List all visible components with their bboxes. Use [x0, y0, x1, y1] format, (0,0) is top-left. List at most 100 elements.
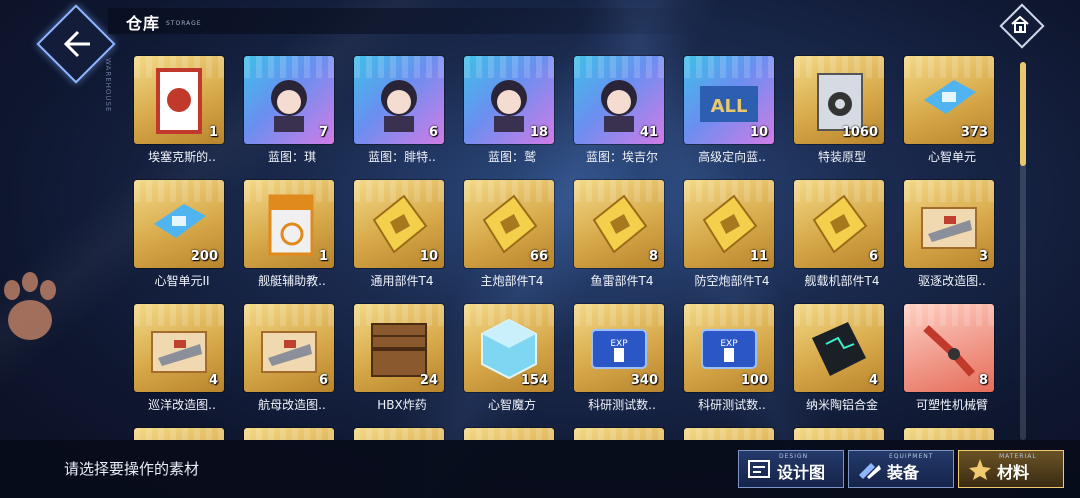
svg-text:ALL: ALL	[711, 96, 748, 117]
design-icon	[748, 460, 770, 478]
back-arrow-icon	[63, 30, 90, 58]
item-card: 6	[354, 56, 444, 144]
retrofit-blueprint-icon	[261, 331, 317, 373]
item-count: 373	[960, 125, 988, 140]
item-card: 8	[574, 180, 664, 268]
warehouse-rail-label: WAREHOUSE	[104, 58, 112, 113]
item-count: 10	[419, 249, 438, 264]
item-count: 10	[749, 125, 768, 140]
item-card: 1060	[794, 56, 884, 144]
home-icon	[1011, 15, 1029, 33]
item-card: 3	[904, 180, 994, 268]
tab-design[interactable]: DESIGN 设计图	[738, 450, 844, 488]
item-name: 巡洋改造图..	[148, 398, 216, 412]
new-year-card-icon	[156, 68, 202, 134]
item-count: 4	[208, 373, 218, 388]
item-card: 4	[134, 304, 224, 392]
item-count: 18	[529, 125, 548, 140]
item-name: 驱逐改造图..	[918, 274, 986, 288]
robot-arm-icon	[923, 325, 975, 377]
equipment-icon	[859, 463, 881, 479]
item-card: EXP 340	[574, 304, 664, 392]
item-card: 1	[134, 56, 224, 144]
tab-equipment[interactable]: EQUIPMENT 装备	[848, 450, 954, 488]
item-name: 蓝图：腓特..	[368, 150, 436, 164]
item-card: 24	[354, 304, 444, 392]
item-card: 10	[354, 180, 444, 268]
item-name: 防空炮部件T4	[694, 274, 770, 288]
item-card: 8	[904, 304, 994, 392]
item-name: 特装原型	[817, 150, 866, 164]
item-card: 18	[464, 56, 554, 144]
item-name: 科研测试数..	[588, 398, 656, 412]
blueprint-icon	[381, 80, 417, 132]
skill-book-icon	[268, 194, 314, 256]
item-name: 舰载机部件T4	[804, 274, 880, 288]
item-count: 66	[529, 249, 548, 264]
tab-equipment-label: 装备	[887, 463, 920, 482]
page-subtitle: STORAGE	[166, 20, 202, 27]
item-name: 鱼雷部件T4	[590, 274, 654, 288]
item-count: 41	[639, 125, 658, 140]
home-button[interactable]	[999, 3, 1045, 49]
item-card	[354, 428, 444, 440]
item-card: 200	[134, 180, 224, 268]
item-card: EXP 100	[684, 304, 774, 392]
item-count: 8	[648, 249, 658, 264]
item-name: 蓝图：琪	[267, 150, 316, 164]
item-count: 8	[978, 373, 988, 388]
item-count: 6	[428, 125, 438, 140]
svg-text:EXP: EXP	[720, 339, 738, 349]
blueprint-icon	[271, 80, 307, 132]
item-count: 154	[520, 373, 548, 388]
item-count: 11	[749, 249, 768, 264]
item-card: ALL 10	[684, 56, 774, 144]
item-name: 航母改造图..	[258, 398, 326, 412]
item-card	[794, 428, 884, 440]
item-count: 1060	[841, 125, 878, 140]
scrollbar-thumb[interactable]	[1020, 62, 1026, 166]
item-count: 1	[318, 249, 328, 264]
item-card	[904, 428, 994, 440]
item-card: 154	[464, 304, 554, 392]
item-name: 可塑性机械臂	[915, 398, 988, 412]
item-card	[134, 428, 224, 440]
tab-material[interactable]: MATERIAL 材料	[958, 450, 1064, 488]
page-title: 仓库	[126, 14, 161, 33]
plate-icon	[592, 194, 648, 254]
item-name: HBX炸药	[377, 398, 427, 412]
svg-text:EXP: EXP	[610, 339, 628, 349]
item-name: 心智魔方	[487, 398, 536, 412]
plate-icon	[812, 194, 868, 254]
item-count: 100	[740, 373, 768, 388]
item-count: 24	[419, 373, 438, 388]
tab-material-label: 材料	[997, 463, 1030, 482]
item-count: 3	[978, 249, 988, 264]
back-button[interactable]	[36, 4, 116, 84]
item-count: 1	[208, 125, 218, 140]
item-card: 7	[244, 56, 334, 144]
item-card	[574, 428, 664, 440]
item-card: 6	[794, 180, 884, 268]
item-card: 66	[464, 180, 554, 268]
item-count: 7	[318, 125, 328, 140]
item-card: 373	[904, 56, 994, 144]
item-name: 蓝图：鹫	[487, 150, 536, 164]
item-grid: 1 埃塞克斯的.. 7 蓝图：琪 6 蓝图：腓特.. 18 蓝图：鹫 41 蓝图：埃吉尔 ALL 10…	[130, 52, 1010, 440]
item-name: 蓝图：埃吉尔	[585, 150, 658, 164]
item-name: 高级定向蓝..	[698, 150, 766, 164]
retrofit-blueprint-icon	[151, 331, 207, 373]
item-name: 心智单元II	[154, 274, 210, 288]
item-count: 6	[868, 249, 878, 264]
item-name: 主炮部件T4	[480, 274, 544, 288]
item-name: 埃塞克斯的..	[148, 150, 216, 164]
item-card: 1	[244, 180, 334, 268]
selection-hint: 请选择要操作的素材	[64, 460, 200, 478]
item-card	[684, 428, 774, 440]
item-name: 科研测试数..	[698, 398, 766, 412]
item-card	[244, 428, 334, 440]
item-card: 4	[794, 304, 884, 392]
item-card: 41	[574, 56, 664, 144]
item-count: 340	[630, 373, 658, 388]
paw-icon	[4, 272, 56, 340]
